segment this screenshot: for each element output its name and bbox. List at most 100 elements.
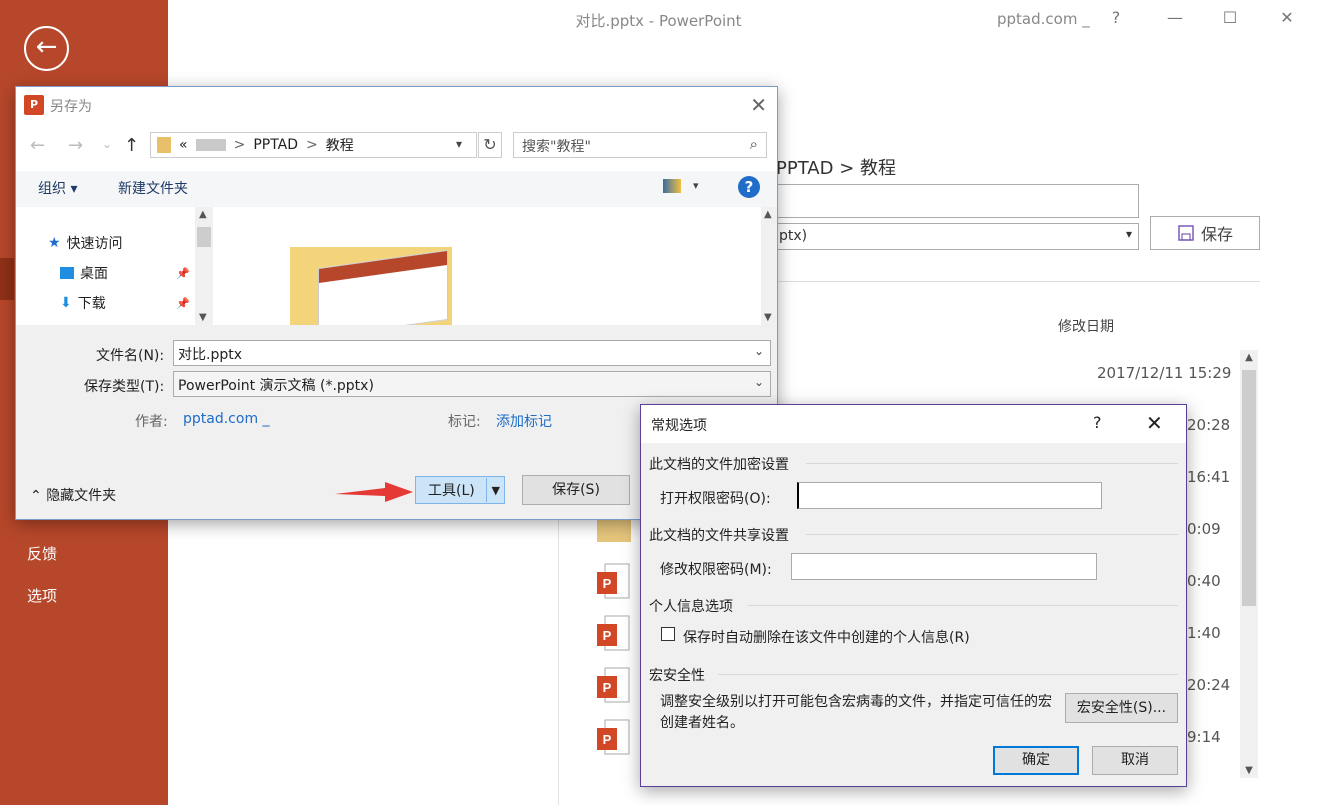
remove-personal-info-checkbox[interactable]: [661, 627, 675, 641]
address-separator: >: [306, 137, 318, 153]
account-name[interactable]: pptad.com _: [997, 10, 1090, 28]
view-mode-icon[interactable]: [663, 179, 681, 193]
ok-button[interactable]: 确定: [993, 746, 1079, 775]
pin-icon[interactable]: 📌: [176, 297, 190, 310]
remove-personal-info-label[interactable]: 保存时自动删除在该文件中创建的个人信息(R): [683, 627, 970, 647]
divider: [485, 478, 487, 502]
scroll-up-icon[interactable]: ▲: [764, 209, 772, 220]
svg-text:P: P: [603, 628, 612, 643]
back-icon[interactable]: ←: [30, 135, 45, 156]
backstage-save-button[interactable]: 保存: [1150, 216, 1260, 250]
close-icon[interactable]: ✕: [750, 93, 767, 117]
scroll-down-icon[interactable]: ▼: [1240, 765, 1258, 776]
help-icon[interactable]: ?: [1101, 8, 1131, 27]
maximize-icon[interactable]: ☐: [1215, 8, 1245, 27]
save-button[interactable]: 保存(S): [522, 475, 630, 505]
search-input[interactable]: 搜索"教程" ⌕: [513, 132, 767, 158]
chevron-down-icon[interactable]: ▾: [456, 137, 462, 151]
filetype-select[interactable]: PowerPoint 演示文稿 (*.pptx) ⌄: [173, 371, 771, 397]
hide-folders-toggle[interactable]: ⌃ 隐藏文件夹: [30, 485, 116, 505]
star-icon: ★: [48, 235, 61, 251]
backstage-scrollbar[interactable]: ▲ ▼: [1240, 350, 1258, 778]
tree-item-quick-access[interactable]: ★ 快速访问: [48, 233, 123, 253]
author-value[interactable]: pptad.com _: [183, 411, 270, 427]
modify-password-input[interactable]: [791, 553, 1097, 580]
file-date: 0:40: [1187, 572, 1221, 590]
sidebar-selected-marker: [0, 258, 14, 300]
tree-item-desktop[interactable]: 桌面: [60, 263, 108, 283]
file-scrollbar[interactable]: ▲ ▼: [761, 207, 777, 325]
new-folder-button[interactable]: 新建文件夹: [118, 178, 188, 198]
scroll-up-icon[interactable]: ▲: [199, 209, 207, 220]
file-date: 2017/12/11 15:29: [1097, 364, 1232, 382]
recent-dropdown-icon[interactable]: ⌄: [102, 137, 112, 151]
chevron-down-icon[interactable]: ⌄: [754, 344, 764, 358]
document-preview: [318, 249, 448, 327]
pptx-file-icon: P: [597, 615, 630, 651]
address-overflow[interactable]: «: [179, 137, 188, 153]
chevron-down-icon[interactable]: ▾: [693, 179, 699, 192]
tree-item-label: 下载: [77, 296, 106, 312]
tree-scrollbar[interactable]: ▲ ▼: [195, 207, 213, 325]
cancel-button[interactable]: 取消: [1092, 746, 1178, 775]
organize-menu-button[interactable]: 组织 ▾: [38, 178, 77, 198]
divider: [558, 520, 559, 805]
macro-security-button[interactable]: 宏安全性(S)...: [1065, 693, 1178, 723]
help-icon[interactable]: ?: [738, 176, 760, 198]
close-icon[interactable]: ✕: [1146, 411, 1163, 435]
macro-description: 调整安全级别以打开可能包含宏病毒的文件，并指定可信任的宏创建者姓名。: [660, 694, 1052, 731]
forward-icon[interactable]: →: [68, 135, 83, 156]
sidebar-item-feedback[interactable]: 反馈: [27, 543, 57, 564]
address-segment-pptad[interactable]: PPTAD: [253, 137, 298, 153]
dialog-title: 常规选项: [651, 418, 707, 434]
tree-item-downloads[interactable]: ⬇ 下载: [60, 293, 106, 313]
scroll-down-icon[interactable]: ▼: [764, 312, 772, 323]
add-tags-link[interactable]: 添加标记: [496, 411, 552, 431]
back-arrow-icon[interactable]: ←: [24, 26, 69, 71]
address-separator: >: [233, 137, 246, 153]
tools-label: 工具(L): [428, 483, 475, 499]
open-password-input[interactable]: [797, 482, 1102, 509]
backstage-filename-input[interactable]: [776, 184, 1139, 218]
pin-icon[interactable]: 📌: [176, 267, 190, 280]
tools-button[interactable]: 工具(L) ▼: [415, 476, 505, 504]
address-blurred-segment: [195, 139, 226, 151]
share-section-title: 此文档的文件共享设置: [649, 528, 789, 544]
backstage-filetype-value: ptx): [779, 228, 808, 244]
pptx-file-icon: P: [597, 563, 630, 599]
privacy-section-title: 个人信息选项: [649, 599, 733, 615]
scroll-thumb[interactable]: [1242, 370, 1256, 606]
up-folder-icon[interactable]: ↑: [124, 135, 139, 156]
folder-thumbnail[interactable]: [290, 247, 452, 327]
scroll-down-icon[interactable]: ▼: [199, 312, 207, 323]
dialog-title: 另存为: [50, 99, 92, 115]
column-header-modified[interactable]: 修改日期: [1058, 316, 1114, 336]
navigation-tree: ★ 快速访问 桌面 ⬇ 下载 📌 📌: [16, 207, 214, 325]
floppy-disk-icon: [1178, 225, 1194, 241]
minimize-icon[interactable]: —: [1160, 8, 1190, 27]
chevron-down-icon[interactable]: ⌄: [754, 375, 764, 389]
chevron-up-icon: ⌃: [30, 488, 47, 504]
svg-text:P: P: [603, 576, 612, 591]
pptx-file-icon: P: [597, 667, 630, 703]
file-date: 0:09: [1187, 520, 1221, 538]
backstage-save-label: 保存: [1200, 225, 1233, 244]
address-segment-tutorial[interactable]: 教程: [326, 135, 354, 155]
powerpoint-icon: P: [24, 95, 44, 115]
desktop-icon: [60, 267, 74, 279]
filename-label: 文件名(N):: [96, 348, 165, 364]
chevron-down-icon[interactable]: ▼: [492, 484, 500, 497]
scroll-up-icon[interactable]: ▲: [1240, 352, 1258, 363]
chevron-down-icon: ▾: [1125, 227, 1132, 241]
close-icon[interactable]: ✕: [1272, 8, 1302, 27]
file-date: 16:41: [1187, 468, 1231, 486]
folder-icon: [157, 137, 171, 153]
refresh-icon[interactable]: ↻: [478, 132, 502, 158]
help-icon[interactable]: ?: [1093, 413, 1102, 432]
backstage-filetype-select[interactable]: ptx) ▾: [776, 223, 1139, 250]
sidebar-item-options[interactable]: 选项: [27, 585, 57, 606]
filename-value: 对比.pptx: [178, 347, 242, 363]
address-bar[interactable]: « > PPTAD > 教程: [150, 132, 477, 158]
scroll-thumb[interactable]: [197, 227, 211, 247]
filename-input[interactable]: 对比.pptx ⌄: [173, 340, 771, 366]
